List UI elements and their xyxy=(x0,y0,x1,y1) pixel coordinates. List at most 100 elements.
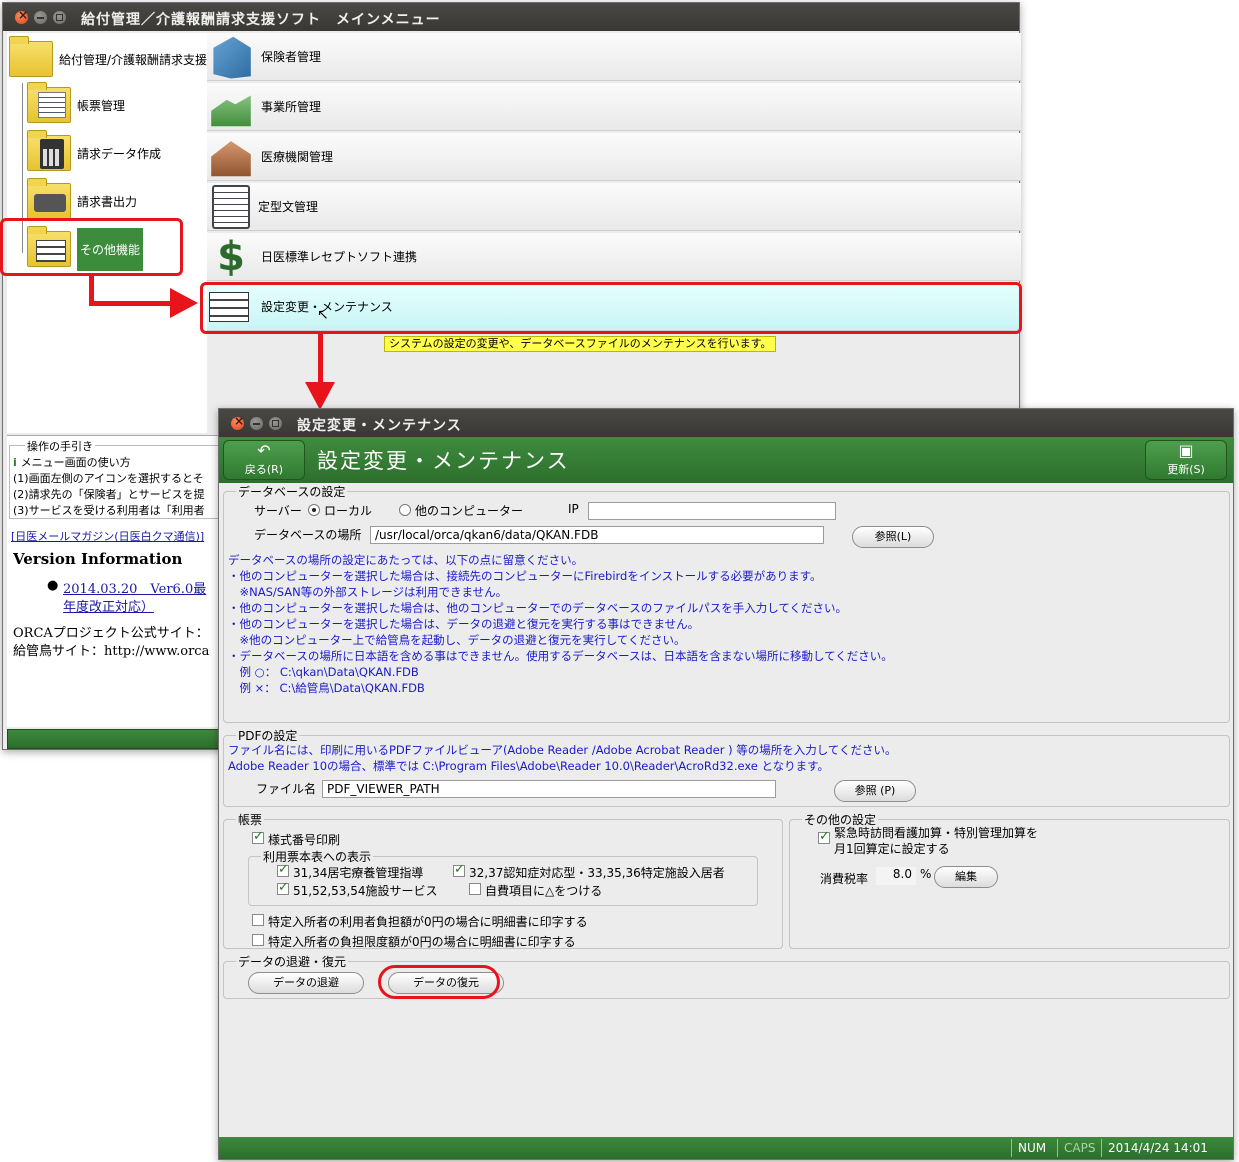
highlight-restore-button xyxy=(378,965,500,999)
opt-self-pay-label: 自費項目に△をつける xyxy=(485,884,603,898)
tax-rate-value: 8.0 xyxy=(876,867,916,885)
mail-magazine-link[interactable]: [日医メールマガジン(日医白クマ通信)] xyxy=(11,528,204,544)
opt-self-pay-checkbox[interactable] xyxy=(469,883,481,895)
menu-item-office[interactable]: 事業所管理 xyxy=(207,83,1021,131)
user-burden-zero-label: 特定入所者の利用者負担額が0円の場合に明細書に印字する xyxy=(268,915,588,929)
close-window-icon[interactable] xyxy=(231,414,245,430)
pdf-note: ファイル名には、印刷に用いるPDFファイルビューア(Adobe Reader /… xyxy=(228,743,897,757)
tax-edit-button[interactable]: 編集 xyxy=(934,866,998,888)
pdf-file-input[interactable]: PDF_VIEWER_PATH xyxy=(322,780,776,798)
tree-item-claim-data[interactable]: 請求データ作成 xyxy=(27,130,162,175)
version-link[interactable]: 2014.03.20 Ver6.0最 xyxy=(63,578,206,597)
back-arrow-icon: ↶ xyxy=(257,441,271,460)
db-note: データベースの場所の設定にあたっては、以下の点に留意ください。 xyxy=(228,553,584,567)
factory-icon xyxy=(211,95,251,127)
help-panel: 操作の手引き i メニュー画面の使い方 (1)画面左側のアイコンを選択するとそ … xyxy=(7,435,223,727)
info-icon: i xyxy=(13,456,21,469)
callout-arrow-line xyxy=(89,301,173,306)
ip-label: IP xyxy=(568,502,579,516)
tree-item-label: 請求データ作成 xyxy=(77,146,162,161)
highlight-other-functions xyxy=(0,218,183,276)
menu-item-medical-institution[interactable]: 医療機関管理 xyxy=(207,133,1021,181)
pdf-note: Adobe Reader 10の場合、標準では C:\Program Files… xyxy=(228,759,830,773)
building-icon xyxy=(213,36,251,79)
menu-item-label: 保険者管理 xyxy=(261,50,322,64)
database-settings-group: データベースの設定 サーバー ローカル 他のコンピューター IP データベースの… xyxy=(223,483,1230,723)
tree-item-forms[interactable]: 帳票管理 xyxy=(27,82,126,127)
menu-tooltip: システムの設定の変更や、データベースファイルのメンテナンスを行います。 xyxy=(384,336,777,352)
close-window-icon[interactable] xyxy=(15,8,29,24)
limit-zero-checkbox[interactable] xyxy=(252,934,264,946)
print-form-number-checkbox[interactable] xyxy=(252,829,264,844)
main-window-titlebar: 給付管理／介護報酬請求支援ソフト メインメニュー xyxy=(3,3,1019,31)
maximize-window-icon[interactable] xyxy=(53,11,66,24)
minimize-window-icon[interactable] xyxy=(250,417,263,430)
radio-other-label: 他のコンピューター xyxy=(415,504,524,518)
backup-data-button[interactable]: データの退避 xyxy=(248,972,364,994)
other-settings-group: その他の設定 緊急時訪問看護加算・特別管理加算を 月1回算定に設定する 消費税率… xyxy=(789,811,1230,949)
db-note: ・他のコンピューターを選択した場合は、他のコンピューターでのデータベースのファイ… xyxy=(228,601,848,615)
emergency-visit-label-cont: 月1回算定に設定する xyxy=(834,842,950,856)
maximize-window-icon[interactable] xyxy=(269,417,282,430)
settings-window-titlebar: 設定変更・メンテナンス xyxy=(219,409,1233,437)
version-bullet: ● xyxy=(47,578,59,593)
minimize-window-icon[interactable] xyxy=(34,11,47,24)
pdf-browse-button[interactable]: 参照 (P) xyxy=(834,780,916,802)
db-location-input[interactable]: /usr/local/orca/qkan6/data/QKAN.FDB xyxy=(370,526,824,544)
opt-51-54-checkbox[interactable] xyxy=(277,880,289,895)
menu-item-insurer[interactable]: 保険者管理 xyxy=(207,33,1021,81)
settings-header-title: 設定変更・メンテナンス xyxy=(317,449,570,473)
back-button[interactable]: ↶ 戻る(R) xyxy=(223,440,305,480)
pdf-settings-group: PDFの設定 ファイル名には、印刷に用いるPDFファイルビューア(Adobe R… xyxy=(223,727,1230,807)
forms-legend: 帳票 xyxy=(236,811,265,828)
radio-other-computer[interactable] xyxy=(399,504,411,516)
num-lock-indicator: NUM xyxy=(1011,1139,1057,1157)
menu-item-label: 医療機関管理 xyxy=(261,150,334,164)
tree-item-invoice-output[interactable]: 請求書出力 xyxy=(27,178,137,223)
ip-input[interactable] xyxy=(588,502,836,520)
db-browse-button[interactable]: 参照(L) xyxy=(852,526,934,548)
menu-item-template-text[interactable]: 定型文管理 xyxy=(207,183,1021,231)
back-button-label: 戻る(R) xyxy=(244,463,284,476)
jma-logo-icon: $ xyxy=(217,233,245,280)
pdf-file-label: ファイル名 xyxy=(256,782,317,796)
help-line: i メニュー画面の使い方 xyxy=(13,456,131,469)
update-button[interactable]: ▣ 更新(S) xyxy=(1145,440,1227,480)
callout-arrow-head xyxy=(170,288,198,318)
update-button-label: 更新(S) xyxy=(1167,463,1205,476)
folder-icon xyxy=(9,36,53,77)
db-note: ・他のコンピューターを選択した場合は、接続先のコンピューターにFirebirdを… xyxy=(228,569,822,583)
datetime-display: 2014/4/24 14:01 xyxy=(1101,1139,1219,1157)
document-icon xyxy=(212,184,250,229)
settings-header: ↶ 戻る(R) 設定変更・メンテナンス ▣ 更新(S) xyxy=(219,437,1233,483)
opt-32-37-checkbox[interactable] xyxy=(453,862,465,877)
highlight-settings-menu xyxy=(200,282,1022,334)
help-line: (2)請求先の「保険者」とサービスを提 xyxy=(13,488,205,501)
emergency-visit-checkbox[interactable] xyxy=(818,829,830,844)
main-status-bar xyxy=(7,729,221,749)
settings-window-title: 設定変更・メンテナンス xyxy=(297,418,462,434)
backup-restore-group: データの退避・復元 データの退避 データの復元 xyxy=(223,953,1230,999)
db-note: ・データベースの場所に日本語を含める事はできません。使用するデータベースは、日本… xyxy=(228,649,893,663)
emergency-visit-label: 緊急時訪問看護加算・特別管理加算を xyxy=(834,826,1039,840)
forms-group: 帳票 様式番号印刷 利用票本表への表示 31,34居宅療養管理指導 32,37認… xyxy=(223,811,783,949)
help-line: (3)サービスを受ける利用者は「利用者 xyxy=(13,504,205,517)
printer-folder-icon xyxy=(27,178,71,219)
version-link-cont[interactable]: 年度改正対応） xyxy=(63,596,154,615)
radio-local[interactable] xyxy=(308,504,320,516)
opt-32-37-label: 32,37認知症対応型・33,35,36特定施設入居者 xyxy=(469,866,725,880)
tree-item-label: 帳票管理 xyxy=(77,98,126,113)
menu-item-receipt-link[interactable]: $ 日医標準レセプトソフト連携 xyxy=(207,233,1021,281)
callout-arrow-head xyxy=(305,382,335,410)
tree-root[interactable]: 給付管理/介護報酬請求支援 xyxy=(9,36,207,81)
opt-31-34-checkbox[interactable] xyxy=(277,862,289,877)
hospital-icon xyxy=(211,141,251,177)
backup-legend: データの退避・復元 xyxy=(236,953,349,970)
user-burden-zero-checkbox[interactable] xyxy=(252,914,264,926)
usage-display-group: 利用票本表への表示 31,34居宅療養管理指導 32,37認知症対応型・33,3… xyxy=(248,848,758,906)
db-note: ※他のコンピューター上で給管鳥を起動し、データの退避と復元を実行してください。 xyxy=(228,633,686,647)
tax-rate-unit: % xyxy=(920,867,932,881)
print-form-number-label: 様式番号印刷 xyxy=(268,833,341,847)
form-folder-icon xyxy=(27,82,71,123)
db-note: ※NAS/SAN等の外部ストレージは利用できません。 xyxy=(228,585,508,599)
